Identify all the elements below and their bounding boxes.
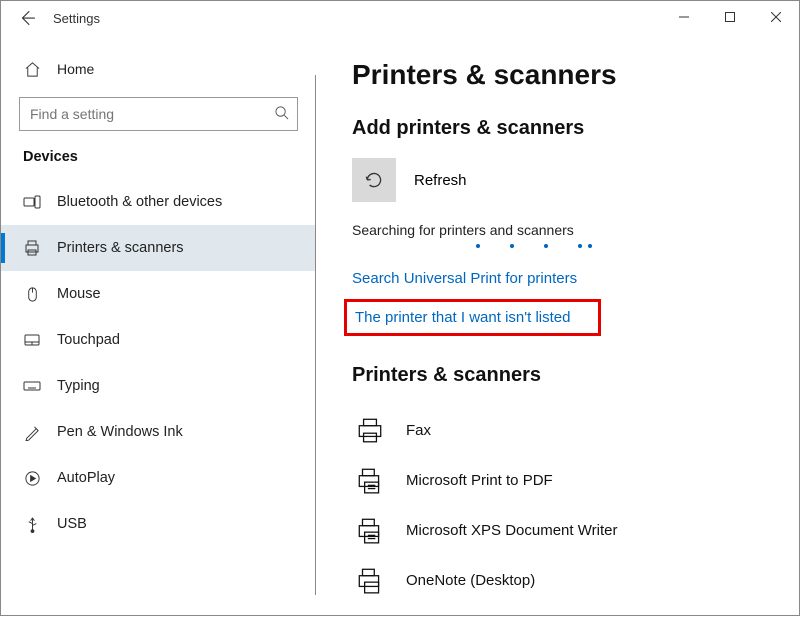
touchpad-icon bbox=[23, 331, 41, 349]
sidebar-item-label: Printers & scanners bbox=[57, 240, 184, 256]
sidebar-item-label: Pen & Windows Ink bbox=[57, 424, 183, 440]
search-icon bbox=[274, 105, 289, 123]
home-icon bbox=[23, 60, 41, 78]
add-heading: Add printers & scanners bbox=[352, 117, 799, 140]
sidebar-item-autoplay[interactable]: AutoPlay bbox=[1, 455, 316, 501]
annotation-highlight: The printer that I want isn't listed bbox=[344, 299, 601, 336]
printer-label: Fax bbox=[406, 422, 431, 439]
main-panel: Printers & scanners Add printers & scann… bbox=[316, 35, 799, 617]
titlebar: Settings bbox=[1, 1, 799, 35]
progress-dots bbox=[476, 244, 799, 248]
fax-icon bbox=[352, 412, 388, 448]
sidebar-divider bbox=[315, 75, 316, 595]
sidebar-item-label: Touchpad bbox=[57, 332, 120, 348]
printer-item-onenote[interactable]: OneNote (Desktop) bbox=[352, 555, 799, 605]
sidebar-category: Devices bbox=[1, 149, 316, 165]
maximize-button[interactable] bbox=[707, 1, 753, 33]
printer-icon bbox=[23, 239, 41, 257]
sidebar-item-pen[interactable]: Pen & Windows Ink bbox=[1, 409, 316, 455]
close-button[interactable] bbox=[753, 1, 799, 33]
keyboard-icon bbox=[23, 377, 41, 395]
searching-status: Searching for printers and scanners bbox=[352, 222, 799, 238]
sidebar-item-label: Mouse bbox=[57, 286, 101, 302]
sidebar-item-label: USB bbox=[57, 516, 87, 532]
pen-icon bbox=[23, 423, 41, 441]
refresh-icon bbox=[363, 169, 385, 191]
sidebar-item-bluetooth[interactable]: Bluetooth & other devices bbox=[1, 179, 316, 225]
sidebar-item-printers[interactable]: Printers & scanners bbox=[1, 225, 316, 271]
printer-item-xps[interactable]: Microsoft XPS Document Writer bbox=[352, 505, 799, 555]
refresh-button[interactable] bbox=[352, 158, 396, 202]
refresh-label: Refresh bbox=[414, 172, 467, 189]
sidebar-item-typing[interactable]: Typing bbox=[1, 363, 316, 409]
print-to-pdf-icon bbox=[352, 462, 388, 498]
sidebar-item-label: AutoPlay bbox=[57, 470, 115, 486]
devices-icon bbox=[23, 193, 41, 211]
back-button[interactable] bbox=[9, 1, 45, 35]
printer-label: Microsoft XPS Document Writer bbox=[406, 522, 617, 539]
sidebar-home-label: Home bbox=[57, 61, 94, 77]
sidebar-item-touchpad[interactable]: Touchpad bbox=[1, 317, 316, 363]
printers-list-heading: Printers & scanners bbox=[352, 364, 799, 387]
search-input[interactable] bbox=[30, 106, 274, 122]
search-box[interactable] bbox=[19, 97, 298, 131]
sidebar-home[interactable]: Home bbox=[1, 49, 316, 89]
sidebar-item-mouse[interactable]: Mouse bbox=[1, 271, 316, 317]
printer-item-fax[interactable]: Fax bbox=[352, 405, 799, 455]
printer-label: Microsoft Print to PDF bbox=[406, 472, 553, 489]
sidebar-item-label: Bluetooth & other devices bbox=[57, 194, 222, 210]
app-title: Settings bbox=[53, 11, 100, 26]
page-title: Printers & scanners bbox=[352, 59, 799, 91]
minimize-button[interactable] bbox=[661, 1, 707, 33]
sidebar-item-usb[interactable]: USB bbox=[1, 501, 316, 547]
link-printer-not-listed[interactable]: The printer that I want isn't listed bbox=[355, 309, 570, 326]
link-universal-print[interactable]: Search Universal Print for printers bbox=[352, 270, 799, 287]
sidebar: Home Devices Bluetooth & other devices P… bbox=[1, 35, 316, 617]
printer-label: OneNote (Desktop) bbox=[406, 572, 535, 589]
print-to-onenote-icon bbox=[352, 562, 388, 598]
printer-item-pdf[interactable]: Microsoft Print to PDF bbox=[352, 455, 799, 505]
usb-icon bbox=[23, 515, 41, 533]
sidebar-item-label: Typing bbox=[57, 378, 100, 394]
mouse-icon bbox=[23, 285, 41, 303]
print-to-xps-icon bbox=[352, 512, 388, 548]
autoplay-icon bbox=[23, 469, 41, 487]
